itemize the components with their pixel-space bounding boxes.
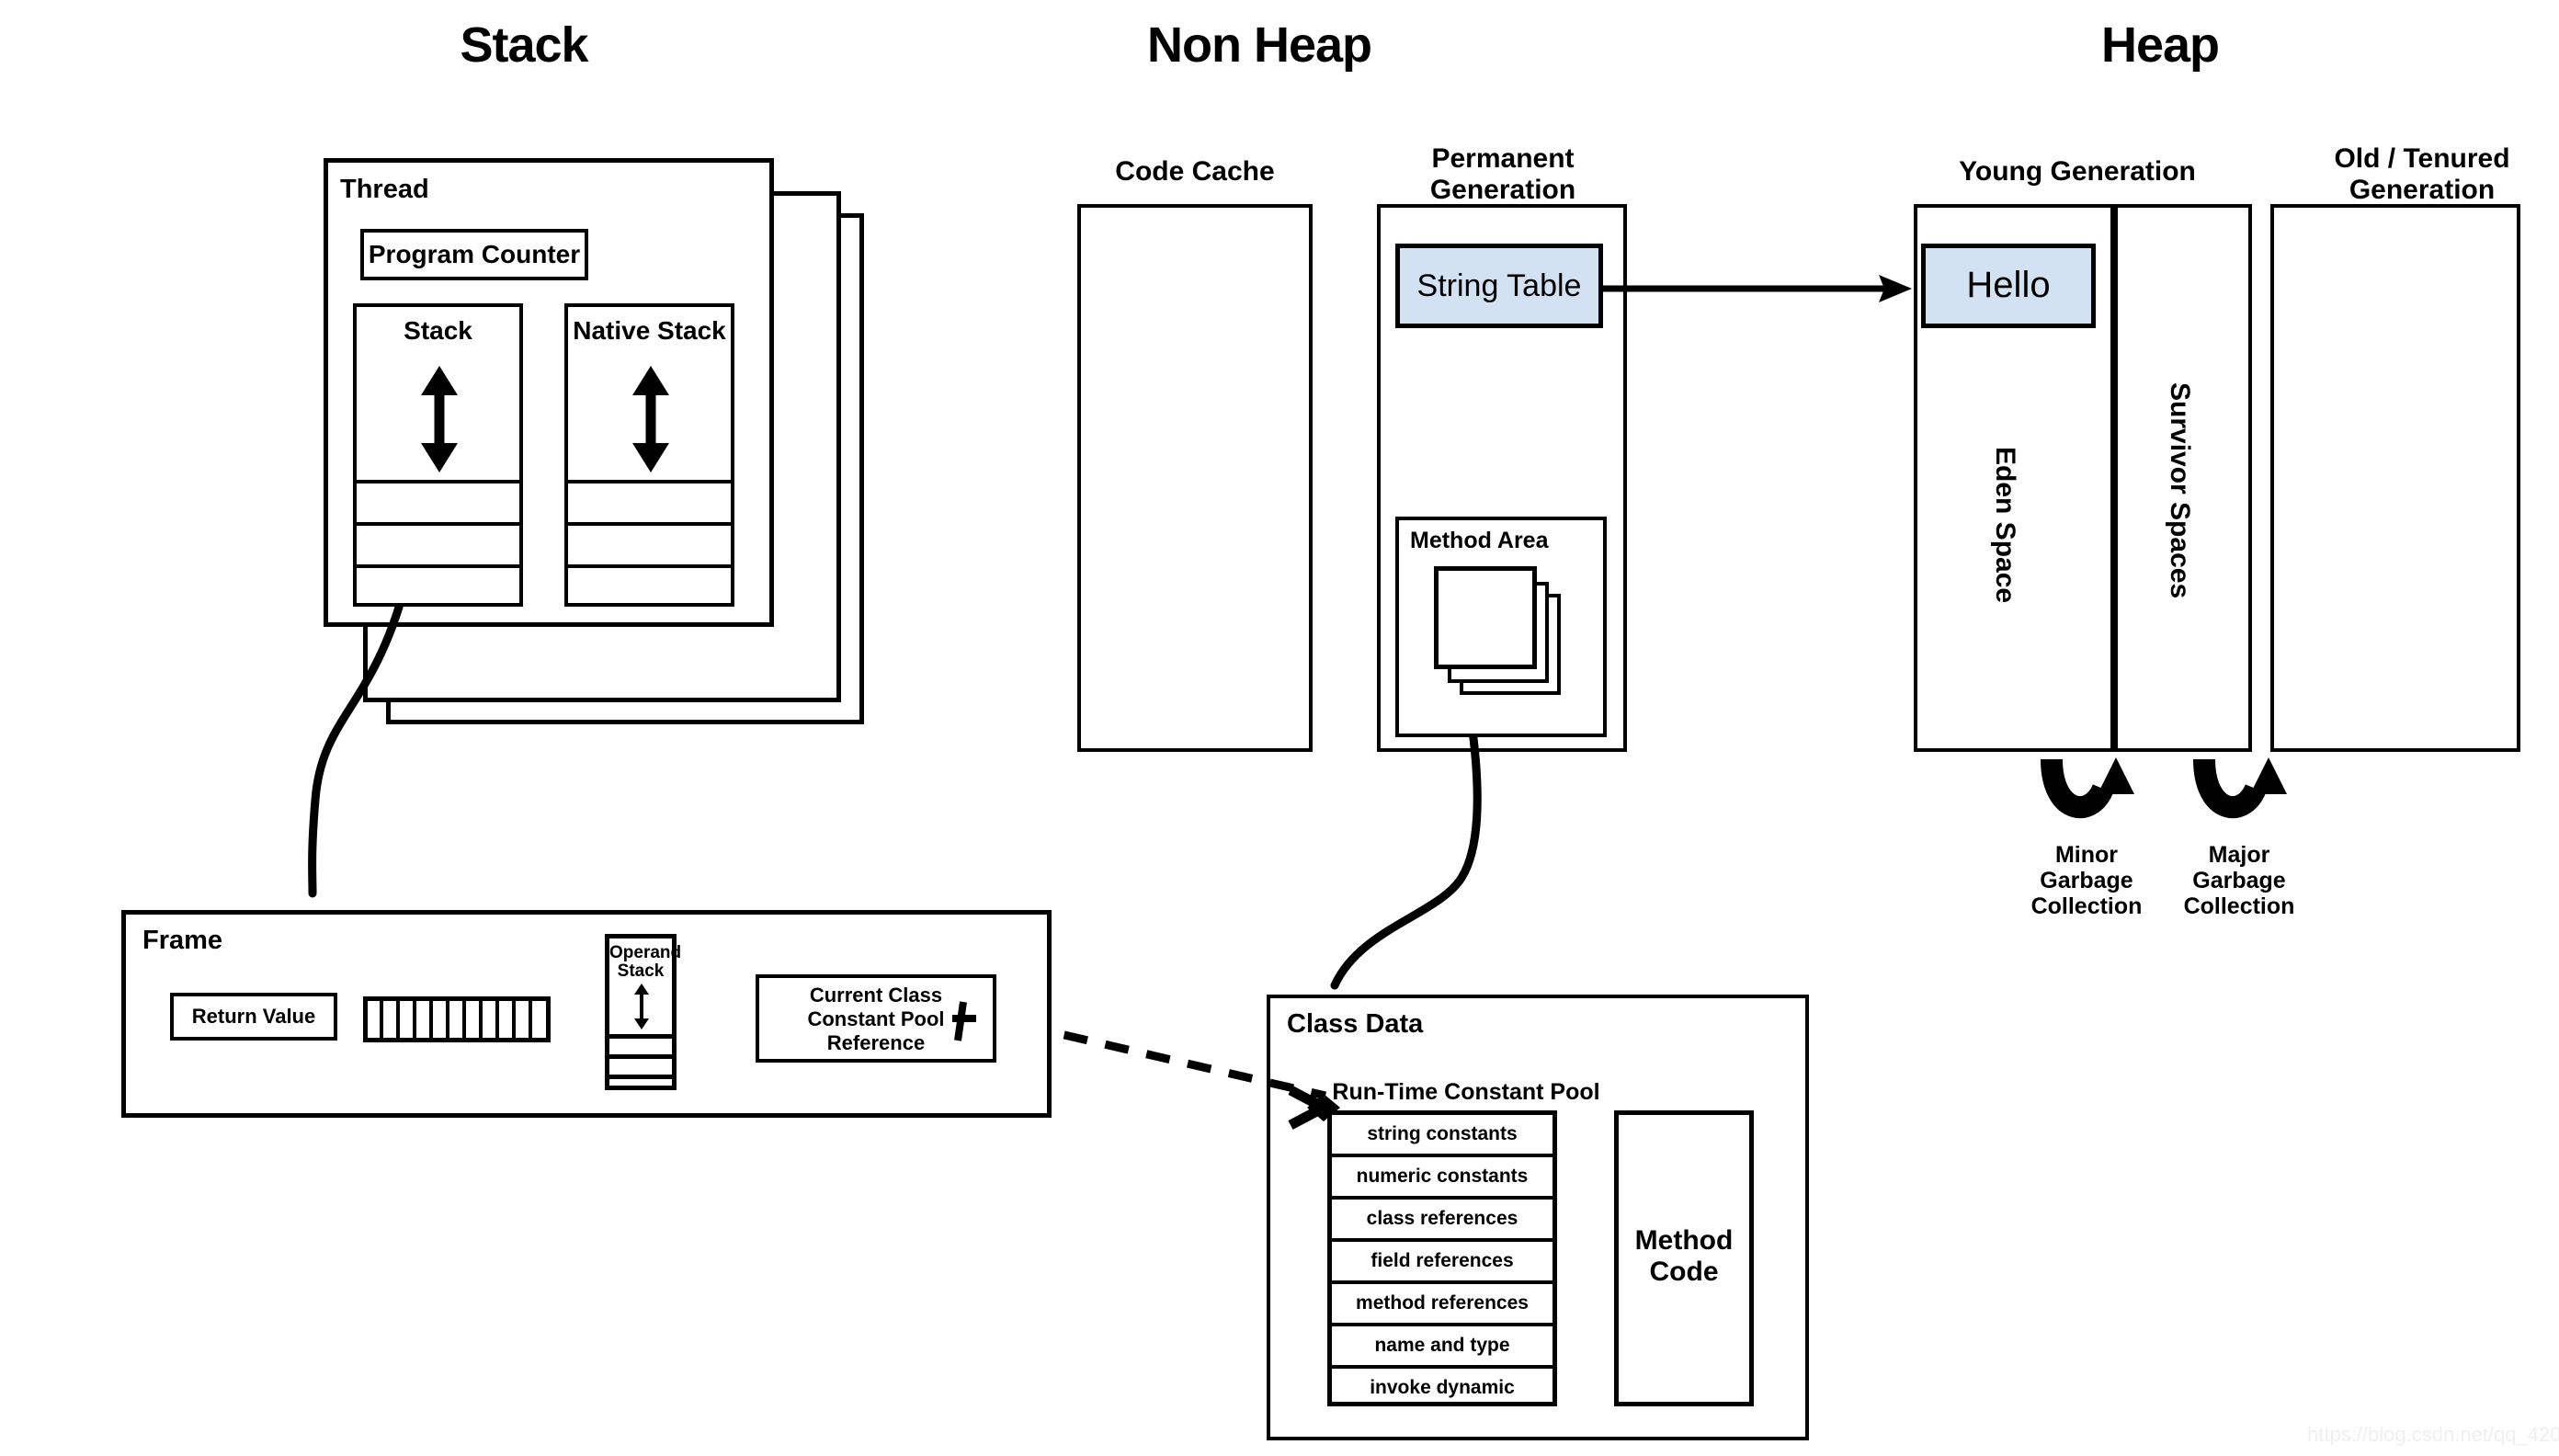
native-stack-growth-arrow-icon [614, 364, 688, 474]
constant-pool-row: method references [1332, 1284, 1552, 1326]
run-time-constant-pool-box: string constants numeric constants class… [1327, 1110, 1557, 1406]
method-code-box: Method Code [1614, 1110, 1754, 1406]
return-value-box: Return Value [170, 993, 337, 1041]
return-value-label: Return Value [191, 1005, 316, 1028]
string-table-box: String Table [1395, 244, 1603, 328]
local-variables-slots [363, 996, 551, 1042]
major-gc-arrow-icon [2189, 756, 2291, 838]
old-tenured-generation-box [2270, 204, 2520, 752]
survivor-spaces-label: Survivor Spaces [2165, 382, 2195, 599]
minor-gc-label-line1: Minor [2054, 842, 2119, 868]
old-tenured-label-line1: Old / Tenured [2334, 143, 2510, 174]
native-stack-column-label: Native Stack [573, 316, 726, 345]
program-counter-label: Program Counter [368, 240, 581, 268]
major-gc-label-line2: Garbage [2192, 868, 2286, 893]
stack-slot [353, 522, 523, 564]
operand-stack-box: Operand Stack [605, 934, 682, 1090]
constant-pool-row-label: field references [1370, 1250, 1514, 1271]
young-generation-label: Young Generation [1959, 156, 2196, 187]
constant-pool-row-label: string constants [1367, 1123, 1518, 1144]
string-table-label: String Table [1416, 268, 1582, 303]
method-area-label: Method Area [1410, 528, 1549, 553]
hello-object-label: Hello [1966, 265, 2051, 305]
section-title-heap: Heap [2100, 17, 2220, 73]
reference-pointer-icon [949, 1000, 980, 1042]
eden-space-label: Eden Space [1990, 447, 2020, 604]
watermark-text: https://blog.csdn.net/qq_42007742 [2307, 1423, 2559, 1446]
stack-to-frame-connector [184, 570, 487, 910]
method-code-label-line2: Code [1649, 1257, 1719, 1287]
minor-gc-label-line3: Collection [2030, 893, 2143, 919]
constant-pool-row-label: method references [1356, 1292, 1529, 1314]
constant-pool-row-label: invoke dynamic [1370, 1377, 1515, 1398]
operand-stack-label-line1: Operand [609, 943, 682, 962]
native-stack-column: Native Stack [564, 303, 734, 607]
operand-stack-arrow-icon [628, 983, 655, 1030]
constant-pool-row: name and type [1332, 1326, 1552, 1369]
operand-stack-slot [605, 1034, 677, 1054]
major-gc-label-line1: Major [2208, 842, 2270, 868]
stack-column-label: Stack [404, 316, 472, 345]
major-gc-label-line3: Collection [2183, 893, 2295, 919]
minor-gc-label-line2: Garbage [2040, 868, 2133, 893]
constant-pool-row: numeric constants [1332, 1157, 1552, 1200]
native-stack-slot [564, 480, 734, 522]
old-tenured-label-line2: Generation [2349, 175, 2496, 205]
stack-column: Stack [353, 303, 523, 607]
method-area-to-class-data-connector [1287, 712, 1553, 1020]
stack-growth-arrow-icon [403, 364, 476, 474]
method-area-box: Method Area [1395, 517, 1607, 737]
operand-stack-slot [605, 1075, 677, 1095]
survivor-spaces-box: Survivor Spaces [2114, 204, 2252, 752]
operand-stack-slot [605, 1054, 677, 1075]
native-stack-slot [564, 564, 734, 607]
constant-pool-arrowhead-icon [1287, 1085, 1346, 1131]
code-cache-box [1077, 204, 1313, 752]
code-cache-label: Code Cache [1115, 156, 1275, 187]
constant-pool-row-label: name and type [1374, 1335, 1510, 1356]
native-stack-slot [564, 522, 734, 564]
constant-pool-row: string constants [1332, 1115, 1552, 1157]
operand-stack-label-line2: Stack [617, 961, 665, 981]
jvm-memory-diagram: Stack Non Heap Heap Thread Program Count… [0, 0, 2559, 1456]
hello-object-box: Hello [1921, 244, 2096, 328]
program-counter-box: Program Counter [360, 229, 588, 280]
permanent-generation-label-line1: Permanent [1431, 143, 1575, 174]
constant-pool-row-label: numeric constants [1356, 1166, 1529, 1187]
constant-pool-row: field references [1332, 1242, 1552, 1284]
section-title-stack: Stack [460, 17, 588, 73]
section-title-non-heap: Non Heap [1146, 17, 1372, 73]
permanent-generation-label-line2: Generation [1429, 175, 1576, 205]
method-code-label-line1: Method [1634, 1225, 1734, 1256]
string-table-to-hello-arrow [1603, 272, 1916, 305]
constant-pool-row: class references [1332, 1200, 1552, 1242]
frame-label: Frame [142, 926, 223, 955]
class-card-front [1434, 566, 1537, 669]
minor-gc-arrow-icon [2037, 756, 2138, 838]
constant-pool-row-label: class references [1366, 1208, 1518, 1229]
stack-slot [353, 480, 523, 522]
thread-label: Thread [340, 175, 429, 204]
stack-slot [353, 564, 523, 607]
constant-pool-row: invoke dynamic [1332, 1369, 1552, 1411]
